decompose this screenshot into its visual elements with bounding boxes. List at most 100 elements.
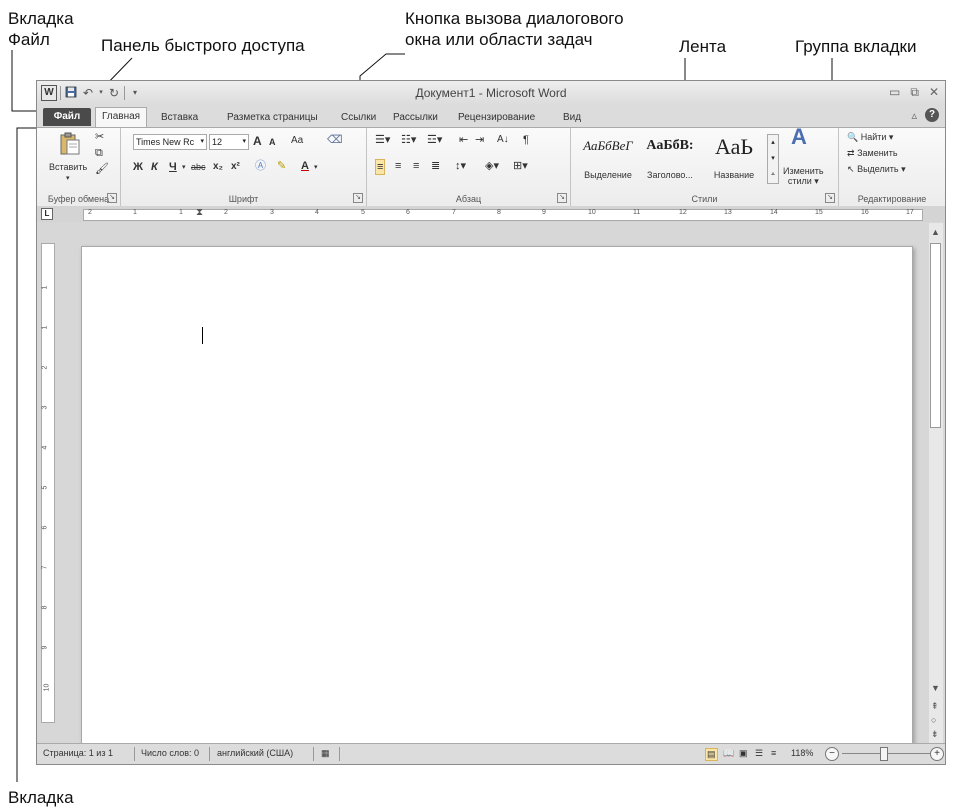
sort-icon[interactable]: А↓ [497, 133, 509, 147]
close-icon[interactable]: ✕ [929, 85, 939, 100]
change-styles-button[interactable]: Изменить стили ▾ [783, 166, 824, 186]
styles-gallery-scroll[interactable]: ▴ ▾ ⩡ [767, 134, 779, 184]
indent-marker-icon[interactable]: ⧗ [196, 207, 203, 218]
vertical-scrollbar[interactable]: ▲ ▼ ⇞ ○ ⇟ [929, 223, 943, 743]
tab-home[interactable]: Главная [95, 107, 148, 128]
find-label: Найти ▾ [860, 132, 894, 142]
underline-button[interactable]: Ч [169, 160, 177, 174]
macro-record-icon[interactable]: ▦ [321, 748, 330, 759]
clipboard-launcher-icon[interactable]: ↘ [107, 193, 117, 203]
select-button[interactable]: ↖ Выделить ▾ [847, 164, 906, 175]
outline-icon[interactable]: ☰ [755, 748, 763, 759]
strikethrough-button[interactable]: abc [191, 160, 206, 174]
replace-button[interactable]: ⇄ Заменить [847, 148, 898, 159]
previous-page-icon[interactable]: ⇞ [931, 701, 939, 712]
bullets-icon[interactable]: ☰▾ [375, 133, 390, 147]
font-color-icon[interactable]: A [301, 159, 309, 173]
draft-icon[interactable]: ≡ [771, 748, 776, 758]
increase-indent-icon[interactable]: ⇥ [475, 133, 484, 147]
style-item-title[interactable]: АаЬ Название [703, 134, 765, 182]
status-language[interactable]: английский (США) [217, 748, 293, 758]
style-item-heading[interactable]: АаБбВ: Заголово... [639, 134, 701, 182]
subscript-button[interactable]: x₂ [213, 160, 223, 174]
font-launcher-icon[interactable]: ↘ [353, 193, 363, 203]
highlight-icon[interactable]: ✎ [277, 159, 286, 173]
find-button[interactable]: 🔍 Найти ▾ [847, 132, 893, 143]
replace-label: Заменить [857, 148, 898, 158]
tab-insert[interactable]: Вставка [155, 109, 204, 127]
zoom-out-icon[interactable]: − [825, 747, 839, 761]
font-size-combo[interactable]: 12 ▾ [209, 134, 249, 150]
decrease-indent-icon[interactable]: ⇤ [459, 133, 468, 147]
zoom-in-icon[interactable]: + [930, 747, 944, 761]
tab-selector-icon[interactable]: L [41, 208, 53, 220]
ruler-track[interactable]: 2 1 1 2 3 4 5 6 7 8 9 10 11 12 13 14 15 16 17 ⧗ [83, 207, 923, 221]
shrink-font-button[interactable]: A [269, 135, 276, 149]
align-right-icon[interactable]: ≡ [413, 159, 419, 173]
change-case-button[interactable]: Aa [291, 134, 303, 148]
status-bar: Страница: 1 из 1 Число слов: 0 английски… [37, 743, 945, 764]
ruler-number: 8 [497, 209, 501, 216]
tab-file[interactable]: Файл [43, 108, 91, 126]
change-styles-line2: стили ▾ [787, 176, 819, 186]
format-painter-icon[interactable]: 🖌 [95, 162, 109, 176]
font-name-combo[interactable]: Times New Rc ▾ [133, 134, 207, 150]
paste-button[interactable]: Вставить [49, 162, 87, 172]
window-title: Документ1 - Microsoft Word [415, 86, 567, 100]
paste-dropdown-icon[interactable]: ▾ [66, 172, 70, 186]
grow-font-button[interactable]: A [253, 134, 262, 148]
select-label: Выделить ▾ [857, 164, 906, 174]
change-styles-icon: A [791, 124, 807, 149]
group-font: Times New Rc ▾ 12 ▾ A A Aa ⌫ Ж К Ч ▾ abc… [121, 128, 367, 206]
justify-icon[interactable]: ≣ [431, 159, 440, 173]
cut-icon[interactable]: ✂ [95, 130, 104, 144]
align-left-icon[interactable]: ≡ [375, 159, 386, 175]
minimize-ribbon-icon[interactable]: ▵ [911, 109, 917, 122]
document-page[interactable] [81, 246, 913, 748]
paragraph-launcher-icon[interactable]: ↘ [557, 193, 567, 203]
tab-page-layout[interactable]: Разметка страницы [221, 109, 324, 127]
restore-icon[interactable]: ⧉ [910, 85, 919, 100]
scroll-up-arrow-icon[interactable]: ▲ [931, 227, 940, 237]
copy-icon[interactable]: ⧉ [95, 146, 103, 160]
next-page-icon[interactable]: ⇟ [931, 729, 939, 740]
print-layout-icon[interactable]: ▤ [705, 748, 718, 761]
callout-file-tab: Вкладка Файл [8, 8, 74, 50]
web-layout-icon[interactable]: ▣ [739, 748, 748, 759]
full-screen-reading-icon[interactable]: 📖 [723, 748, 734, 759]
font-name-dropdown-icon: ▾ [200, 138, 204, 145]
status-page[interactable]: Страница: 1 из 1 [43, 748, 113, 758]
group-paragraph-label: Абзац [455, 194, 482, 204]
scroll-thumb[interactable] [930, 243, 941, 428]
tab-review[interactable]: Рецензирование [452, 109, 541, 127]
underline-dropdown-icon[interactable]: ▾ [182, 161, 186, 175]
show-formatting-icon[interactable]: ¶ [523, 133, 529, 147]
text-effects-icon[interactable]: Ⓐ [255, 159, 266, 173]
zoom-level[interactable]: 118% [791, 748, 813, 758]
superscript-button[interactable]: x² [231, 160, 240, 174]
browse-object-icon[interactable]: ○ [931, 715, 936, 725]
tab-view[interactable]: Вид [557, 109, 587, 127]
align-center-icon[interactable]: ≡ [395, 159, 401, 173]
zoom-slider-thumb[interactable] [880, 747, 888, 761]
status-word-count[interactable]: Число слов: 0 [141, 748, 199, 758]
tab-mailings[interactable]: Рассылки [387, 109, 444, 127]
multilevel-list-icon[interactable]: ☲▾ [427, 133, 442, 147]
tab-references[interactable]: Ссылки [335, 109, 382, 127]
numbering-icon[interactable]: ☷▾ [401, 133, 416, 147]
ruler-number: 3 [270, 209, 274, 216]
borders-icon[interactable]: ⊞▾ [513, 159, 528, 173]
font-color-dropdown-icon[interactable]: ▾ [314, 161, 318, 175]
italic-button[interactable]: К [151, 160, 158, 174]
help-icon[interactable]: ? [925, 108, 939, 122]
style-item-emphasis[interactable]: АаБбВеГ Выделение [577, 134, 639, 182]
bold-button[interactable]: Ж [133, 160, 143, 174]
styles-launcher-icon[interactable]: ↘ [825, 193, 835, 203]
minimize-icon[interactable]: ▭ [889, 85, 900, 100]
ruler-number: 2 [88, 209, 92, 216]
vertical-ruler-number: 4 [41, 445, 49, 450]
clear-formatting-icon[interactable]: ⌫ [327, 133, 343, 147]
line-spacing-icon[interactable]: ↕▾ [455, 159, 466, 173]
scroll-down-arrow-icon[interactable]: ▼ [931, 683, 940, 693]
shading-icon[interactable]: ◈▾ [485, 159, 499, 173]
